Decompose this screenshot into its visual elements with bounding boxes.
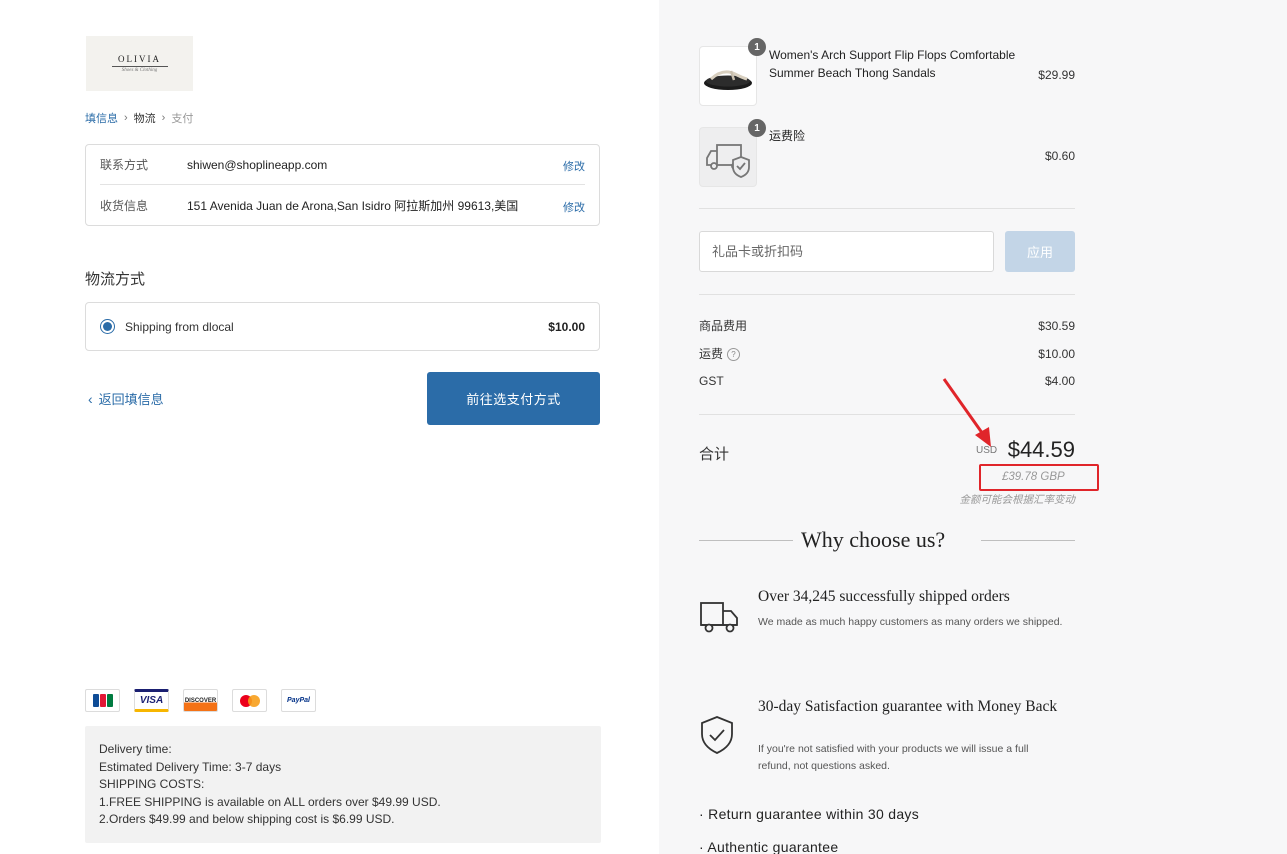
shipping-method-title: 物流方式 [85,271,146,288]
jcb-icon [85,689,120,712]
brand-logo[interactable]: OLIVIA Shoes & Clothing [86,36,193,91]
quantity-badge: 1 [748,38,766,56]
total-label: 合计 [699,446,730,463]
shipping-option-name: Shipping from dlocal [125,319,234,334]
divider [981,540,1075,541]
paypal-icon: PayPal [281,689,316,712]
shipping-radio[interactable] [100,319,115,334]
why-choose-us-title: Why choose us? [801,527,946,552]
tax-label: GST [699,374,724,388]
contact-summary: 联系方式 shiwen@shoplineapp.com 修改 收货信息 151 … [85,144,600,226]
logo-rule [111,66,168,67]
exchange-rate-note: 金额可能会根据汇率变动 [959,494,1076,506]
cart-item-price: $29.99 [1038,68,1075,82]
radio-selected-dot [103,322,112,331]
breadcrumb-payment: 支付 [171,113,194,125]
shipping-insurance-icon [706,144,750,178]
continue-to-payment-button[interactable]: 前往选支付方式 [427,372,600,425]
notice-line: Estimated Delivery Time: 3-7 days [99,759,282,774]
sandal-image [704,70,752,90]
shipping-row: 运费? $10.00 [699,345,1075,362]
product-thumbnail [699,46,757,106]
help-icon[interactable]: ? [727,348,741,362]
chevron-right-icon: › [124,112,128,124]
back-to-info-link[interactable]: ‹ 返回填信息 [88,389,164,408]
divider [699,294,1075,295]
cart-item-name: Women's Arch Support Flip Flops Comforta… [769,48,1016,80]
tax-row: GST $4.00 [699,374,1075,388]
subtotal-row: 商品费用 $30.59 [699,317,1075,334]
mastercard-icon [232,689,267,712]
cart-item: 1 Women's Arch Support Flip Flops Comfor… [699,38,1075,108]
breadcrumb-shipping: 物流 [133,113,156,125]
divider [699,414,1075,415]
guarantee-item: · Return guarantee within 30 days [699,806,920,822]
discount-code-input[interactable] [699,231,994,272]
chevron-left-icon: ‹ [88,390,93,407]
notice-line: 1.FREE SHIPPING is available on ALL orde… [99,794,441,809]
address-value: 151 Avenida Juan de Arona,San Isidro 阿拉斯… [187,198,519,213]
contact-value: shiwen@shoplineapp.com [187,157,328,172]
notice-line: 2.Orders $49.99 and below shipping cost … [99,812,395,826]
shipping-option[interactable]: Shipping from dlocal $10.00 [85,302,600,351]
shipping-cost-label-wrap: 运费? [699,345,741,362]
contact-label: 联系方式 [100,158,149,172]
shipping-option-price: $10.00 [548,319,585,334]
cart-item-name: 运费险 [769,129,806,143]
annotation-arrow-icon [942,378,991,447]
feature-description: We made as much happy customers as many … [758,616,1063,628]
feature-title: Over 34,245 successfully shipped orders [758,588,1010,605]
edit-address-link[interactable]: 修改 [563,199,585,215]
notice-line: Delivery time: [99,742,172,756]
logo-tagline: Shoes & Clothing [121,68,158,73]
insurance-thumbnail [699,127,757,187]
shipping-cost-label: 运费 [699,347,724,361]
discover-icon: DISCOVER [183,689,218,712]
subtotal-value: $30.59 [1038,318,1075,333]
delivery-notice: Delivery time: Estimated Delivery Time: … [85,726,601,843]
chevron-right-icon: › [161,112,166,124]
order-summary-panel: 1 Women's Arch Support Flip Flops Comfor… [659,0,1287,854]
shield-check-icon [701,716,733,754]
total-amount: $44.59 [1007,437,1075,462]
address-row: 收货信息 151 Avenida Juan de Arona,San Isidr… [100,185,585,225]
divider [699,208,1075,209]
checkout-main: OLIVIA Shoes & Clothing 填信息 › 物流 › 支付 联系… [0,0,659,854]
breadcrumb: 填信息 › 物流 › 支付 [85,110,193,126]
highlight-box [979,464,1099,491]
feature-description: If you're not satisfied with your produc… [758,743,1029,772]
address-label: 收货信息 [100,198,149,213]
quantity-badge: 1 [748,119,766,137]
cart-item-price: $0.60 [1044,149,1075,163]
subtotal-label: 商品费用 [699,319,748,333]
cart-item: 1 运费险 $0.60 [699,119,1075,189]
feature-title: 30-day Satisfaction guarantee with Money… [758,698,1058,715]
notice-line: SHIPPING COSTS: [99,777,205,791]
guarantee-item: · Authentic guarantee [699,839,839,854]
back-link-label: 返回填信息 [98,392,164,407]
edit-contact-link[interactable]: 修改 [563,158,585,174]
contact-row: 联系方式 shiwen@shoplineapp.com 修改 [100,145,585,185]
logo-wordmark: OLIVIA [118,54,161,64]
payment-methods: VISA DISCOVER PayPal [85,689,316,712]
breadcrumb-info[interactable]: 填信息 [85,110,118,126]
guarantee-text: Authentic guarantee [707,839,839,854]
tax-value: $4.00 [1044,374,1075,388]
apply-discount-button[interactable]: 应用 [1005,231,1075,272]
divider [699,540,793,541]
shipping-cost-value: $10.00 [1038,346,1075,361]
guarantee-text: Return guarantee within 30 days [708,806,920,822]
visa-icon: VISA [134,689,169,712]
truck-icon [700,602,738,633]
